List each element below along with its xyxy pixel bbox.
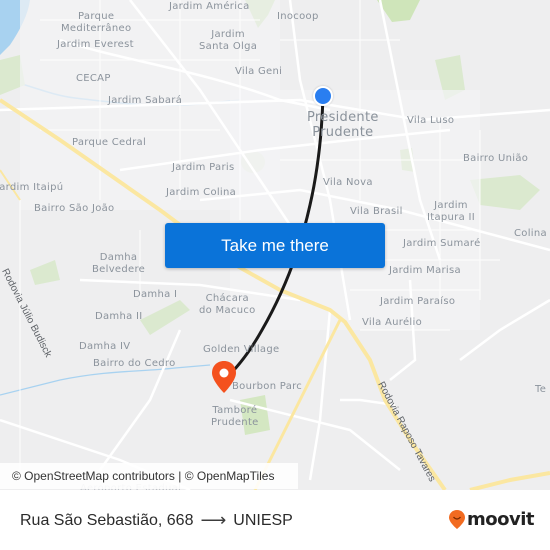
place-label: Jardim Sabará xyxy=(108,95,183,106)
place-label: Parque Cedral xyxy=(72,137,147,148)
map-attribution: © OpenStreetMap contributors | © OpenMap… xyxy=(0,463,298,489)
destination-name: UNIESP xyxy=(233,511,293,529)
place-label: Damha I xyxy=(133,289,178,300)
moovit-wordmark: moovit xyxy=(467,509,535,530)
moovit-logo[interactable]: moovit xyxy=(449,509,535,530)
origin-name: Rua São Sebastião, 668 xyxy=(20,511,194,529)
place-label: CECAP xyxy=(76,73,111,84)
place-label: Bairro União xyxy=(463,153,529,164)
place-label: Jardim Everest xyxy=(57,39,134,50)
origin-marker[interactable] xyxy=(313,86,333,106)
place-label: Parque Mediterrâneo xyxy=(61,11,132,34)
place-label: Bourbon Parc xyxy=(232,381,303,392)
place-label: Jardim Sumaré xyxy=(403,238,481,249)
arrow-right-icon: ⟶ xyxy=(200,510,227,530)
take-me-there-button[interactable]: Take me there xyxy=(165,223,385,268)
place-label: Bairro São João xyxy=(34,203,115,214)
place-label: Jardim América xyxy=(169,1,250,12)
place-label: Jardim Itaipú xyxy=(0,182,64,193)
openmaptiles-attribution-link[interactable]: © OpenMapTiles xyxy=(185,469,275,483)
footer: Rua São Sebastião, 668 ⟶ UNIESP moovit xyxy=(0,490,550,550)
place-label: Vila Aurélio xyxy=(362,317,422,328)
place-label: Golden Village xyxy=(203,344,280,355)
place-label: Damha II xyxy=(95,311,143,322)
place-label: Damha IV xyxy=(79,341,131,352)
park xyxy=(30,260,60,285)
city-label: Presidente Prudente xyxy=(307,110,379,140)
place-label: Vila Nova xyxy=(323,177,373,188)
place-label: Te xyxy=(535,384,547,395)
route-summary: Rua São Sebastião, 668 ⟶ UNIESP xyxy=(20,510,293,531)
place-label: Tamboré Prudente xyxy=(211,405,259,428)
highway xyxy=(469,471,550,490)
place-label: Jardim Paris xyxy=(172,162,235,173)
place-label: Jardim Santa Olga xyxy=(199,29,258,52)
osm-attribution-link[interactable]: © OpenStreetMap contributors xyxy=(12,469,175,483)
moovit-pin-icon xyxy=(449,510,465,529)
map-pin-icon xyxy=(212,361,236,393)
place-label: Colina xyxy=(514,228,547,239)
place-label: Chácara do Macuco xyxy=(199,293,256,316)
park xyxy=(140,300,190,335)
place-label: Jardim Colina xyxy=(166,187,237,198)
attribution-separator: | xyxy=(174,469,185,483)
place-label: Vila Brasil xyxy=(350,206,403,217)
map[interactable]: Jardim América Inocoop Parque Mediterrân… xyxy=(0,0,550,490)
place-label: Jardim Itapura II xyxy=(427,200,475,223)
place-label: Bairro do Cedro xyxy=(93,358,176,369)
place-label: Vila Geni xyxy=(235,66,283,77)
place-label: Vila Luso xyxy=(407,115,455,126)
place-label: Jardim Marisa xyxy=(389,265,461,276)
place-label: Damha Belvedere xyxy=(92,252,146,275)
place-label: Jardim Paraíso xyxy=(380,296,456,307)
place-label: Inocoop xyxy=(277,11,319,22)
